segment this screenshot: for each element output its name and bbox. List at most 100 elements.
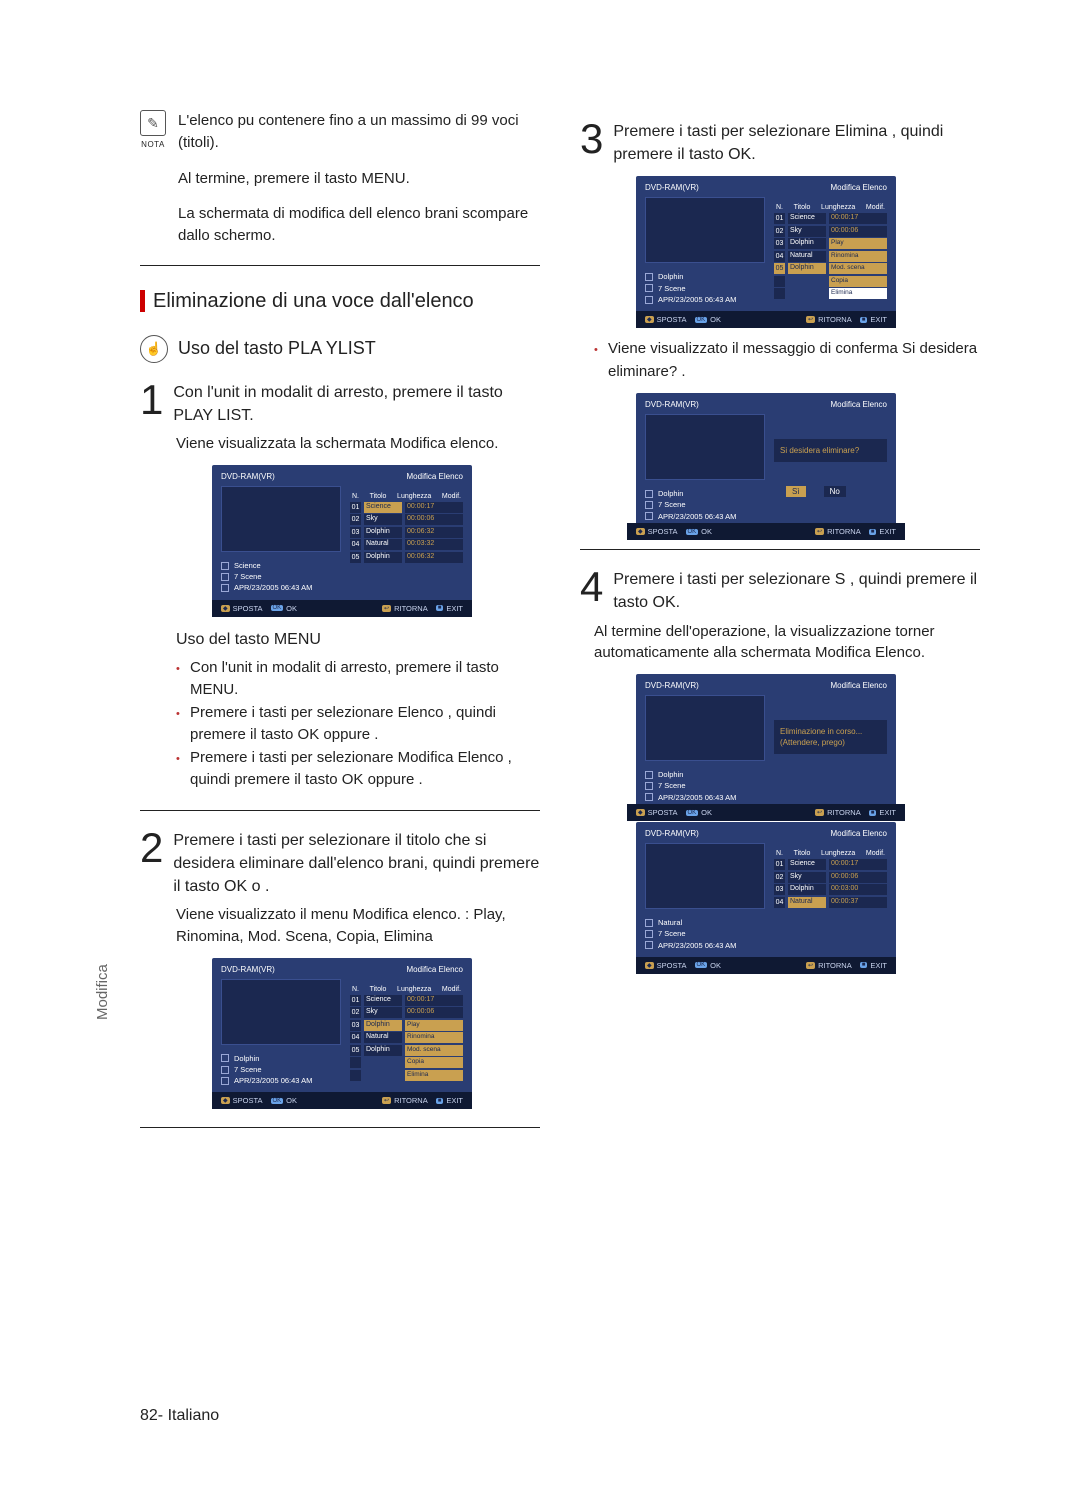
menu-elimina-selected: Elimina xyxy=(829,288,887,299)
panel-header: Modifica Elenco xyxy=(831,681,887,690)
panel-title: Dolphin xyxy=(658,488,683,499)
title-cell: Natural xyxy=(364,539,402,550)
panel-title: Dolphin xyxy=(234,1053,259,1064)
key-sposta: ◆ xyxy=(645,962,654,969)
panel-scenes: 7 Scene xyxy=(658,780,686,791)
col-lunghezza: Lunghezza xyxy=(821,204,855,211)
note-text-3: La schermata di modifica dell elenco bra… xyxy=(178,203,540,247)
key-ritorna: ↩ xyxy=(815,528,824,535)
len-cell: 00:03:32 xyxy=(405,539,463,550)
step-2-text: Premere i tasti per selezionare il titol… xyxy=(173,829,540,899)
uso-menu-item-3: Premere i tasti per selezionare Modifica… xyxy=(176,747,540,792)
foot-ok: OK xyxy=(286,1096,297,1105)
key-ritorna: ↩ xyxy=(806,316,815,323)
panel-title: Natural xyxy=(658,917,682,928)
menu-copia: Copia xyxy=(405,1057,463,1068)
preview-area xyxy=(645,414,765,480)
foot-exit: EXIT xyxy=(446,604,463,613)
preview-area xyxy=(221,486,341,552)
screen-panel-4: DVD-RAM(VR) Modifica Elenco Si desidera … xyxy=(636,393,896,531)
col-modif: Modif. xyxy=(442,986,461,993)
title-cell: Natural xyxy=(788,251,826,262)
idx: 04 xyxy=(774,897,785,908)
title-cell: Natural xyxy=(788,897,826,908)
step-1-desc: Viene visualizzata la schermata Modifica… xyxy=(176,433,540,455)
foot-ok: OK xyxy=(710,315,721,324)
screen-panel-5: DVD-RAM(VR) Modifica Elenco Eliminazione… xyxy=(636,674,896,812)
key-ok: OK xyxy=(695,962,708,968)
foot-sposta: SPOSTA xyxy=(657,315,687,324)
title-cell: Natural xyxy=(364,1032,402,1043)
title-cell: Science xyxy=(364,502,402,513)
col-modif: Modif. xyxy=(866,850,885,857)
idx: 02 xyxy=(350,514,361,525)
menu-modscena: Mod. scena xyxy=(405,1045,463,1056)
foot-ritorna: RITORNA xyxy=(827,808,861,817)
clock-icon xyxy=(645,941,653,949)
title-cell: Science xyxy=(788,859,826,870)
foot-ok: OK xyxy=(710,961,721,970)
step-3-desc-list: Viene visualizzato il messaggio di confe… xyxy=(594,338,980,383)
key-ritorna: ↩ xyxy=(382,605,391,612)
section-title: Eliminazione di una voce dall'elenco xyxy=(140,290,540,313)
idx: 03 xyxy=(774,238,785,249)
key-ok: OK xyxy=(686,529,699,535)
preview-area xyxy=(645,695,765,761)
panel-timestamp: APR/23/2005 06:43 AM xyxy=(658,511,736,522)
panel-timestamp: APR/23/2005 06:43 AM xyxy=(658,940,736,951)
uso-menu-list: Con l'unit in modalit di arresto, premer… xyxy=(176,657,540,792)
step-4-desc: Al termine dell'operazione, la visualizz… xyxy=(594,621,980,665)
clock-icon xyxy=(645,793,653,801)
folder-icon xyxy=(221,562,229,570)
panel-scenes: 7 Scene xyxy=(658,928,686,939)
panel-timestamp: APR/23/2005 06:43 AM xyxy=(658,294,736,305)
foot-ritorna: RITORNA xyxy=(818,315,852,324)
menu-rinomina: Rinomina xyxy=(829,251,887,262)
col-titolo: Titolo xyxy=(370,493,387,500)
title-cell: Dolphin xyxy=(364,552,402,563)
len-cell: 00:03:00 xyxy=(829,884,887,895)
idx xyxy=(774,276,785,287)
disc-label: DVD-RAM(VR) xyxy=(645,183,699,192)
key-sposta: ◆ xyxy=(645,316,654,323)
note-text-2: Al termine, premere il tasto MENU. xyxy=(178,168,540,190)
step-1-text: Con l'unit in modalit di arresto, premer… xyxy=(173,381,540,427)
panel-header: Modifica Elenco xyxy=(407,965,463,974)
menu-elimina: Elimina xyxy=(405,1070,463,1081)
idx: 02 xyxy=(774,226,785,237)
idx: 01 xyxy=(774,859,785,870)
foot-ok: OK xyxy=(286,604,297,613)
col-lunghezza: Lunghezza xyxy=(397,493,431,500)
col-titolo: Titolo xyxy=(370,986,387,993)
foot-exit: EXIT xyxy=(870,315,887,324)
confirm-no: No xyxy=(824,486,846,497)
key-sposta: ◆ xyxy=(221,1097,230,1104)
title-cell: Science xyxy=(364,995,402,1006)
separator xyxy=(140,265,540,266)
col-n: N. xyxy=(352,493,359,500)
title-cell xyxy=(788,288,826,299)
idx: 03 xyxy=(774,884,785,895)
folder-icon xyxy=(645,919,653,927)
foot-sposta: SPOSTA xyxy=(648,527,678,536)
panel-timestamp: APR/23/2005 06:43 AM xyxy=(234,1075,312,1086)
idx: 02 xyxy=(774,872,785,883)
panel-timestamp: APR/23/2005 06:43 AM xyxy=(234,582,312,593)
clock-icon xyxy=(645,296,653,304)
panel-scenes: 7 Scene xyxy=(234,1064,262,1075)
col-modif: Modif. xyxy=(442,493,461,500)
menu-play: Play xyxy=(829,238,887,249)
title-cell: Sky xyxy=(364,514,402,525)
col-n: N. xyxy=(352,986,359,993)
step-1-number: 1 xyxy=(140,381,163,419)
idx: 04 xyxy=(350,539,361,550)
foot-exit: EXIT xyxy=(870,961,887,970)
idx: 04 xyxy=(350,1032,361,1043)
panel-scenes: 7 Scene xyxy=(658,283,686,294)
len-cell: 00:00:06 xyxy=(405,1007,463,1018)
idx: 01 xyxy=(774,213,785,224)
len-cell: 00:00:06 xyxy=(829,872,887,883)
key-exit: ■ xyxy=(869,529,877,535)
note-text-1: L'elenco pu contenere fino a un massimo … xyxy=(178,110,540,154)
title-cell xyxy=(788,276,826,287)
